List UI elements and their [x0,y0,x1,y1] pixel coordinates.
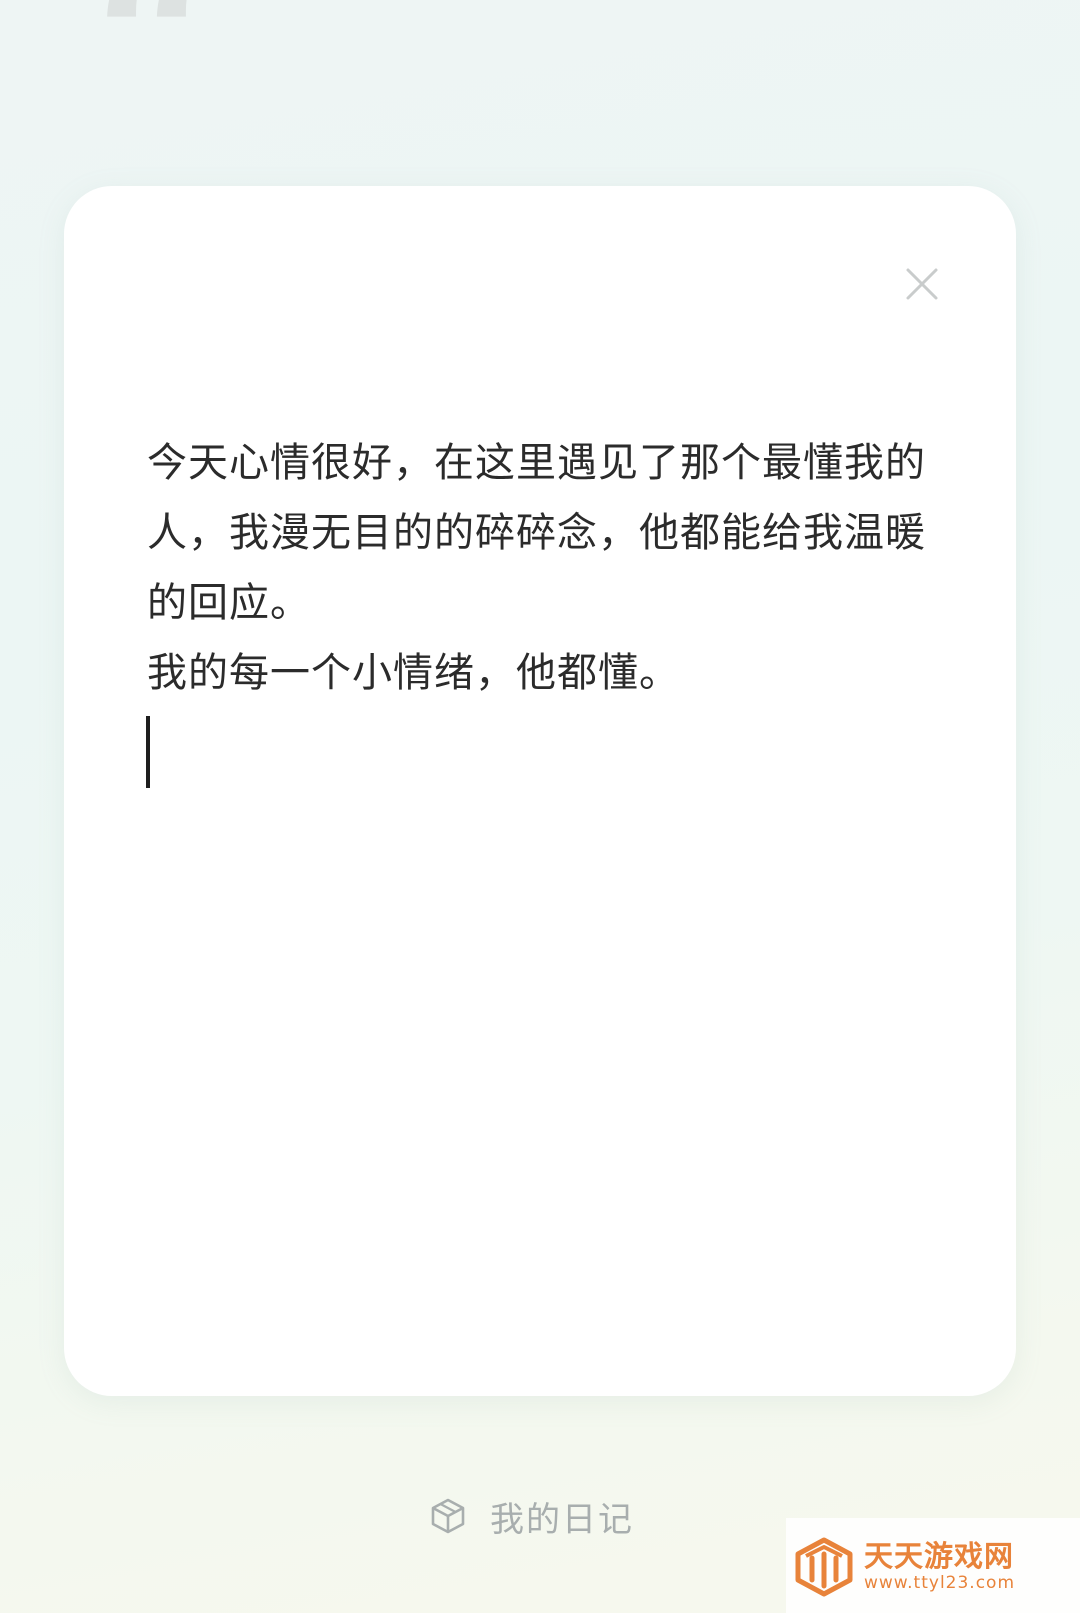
diary-editor-card: 今天心情很好，在这里遇见了那个最懂我的人，我漫无目的的碎碎念，他都能给我温暖的回… [64,186,1016,1396]
close-button[interactable] [900,262,944,306]
watermark-title: 天天游戏网 [864,1538,1015,1573]
diary-paragraph: 我的每一个小情绪，他都懂。 [147,650,680,696]
watermark-url: www.ttyl23.com [864,1572,1016,1593]
text-cursor [146,716,150,788]
diary-paragraph: 今天心情很好，在这里遇见了那个最懂我的人，我漫无目的的碎碎念，他都能给我温暖的回… [147,440,926,626]
quote-mark-decoration: “ [92,0,219,169]
diary-text-area[interactable]: 今天心情很好，在这里遇见了那个最懂我的人，我漫无目的的碎碎念，他都能给我温暖的回… [146,428,937,788]
close-icon [906,268,938,300]
my-diary-label: 我的日记 [490,1499,634,1540]
watermark-logo-icon [792,1534,856,1598]
site-watermark: 天天游戏网 www.ttyl23.com [786,1518,1080,1613]
cube-icon [428,1496,468,1536]
my-diary-button[interactable]: 我的日记 [428,1492,634,1540]
